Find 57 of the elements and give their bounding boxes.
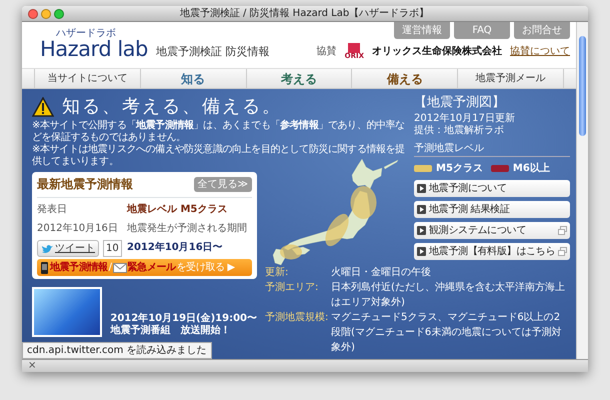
side-link[interactable]: 地震予測 結果検証 bbox=[414, 200, 570, 218]
tweet-button[interactable]: ツイート bbox=[37, 240, 99, 257]
phone-icon bbox=[40, 262, 49, 274]
close-button[interactable] bbox=[28, 8, 38, 18]
warning-icon bbox=[32, 96, 54, 116]
side-link[interactable]: 地震予測について bbox=[414, 180, 570, 196]
nav-tab[interactable]: 備える bbox=[351, 69, 458, 88]
update-date: 2012年10月17日更新 bbox=[414, 112, 516, 124]
sponsor-label: 協賛 bbox=[316, 44, 337, 59]
provider-text: 提供：地震解析ラボ bbox=[414, 124, 505, 136]
program-caption: 2012年10月19日(金)19:00〜 bbox=[110, 313, 257, 324]
program-caption: 地震予測番組 放送開始！ bbox=[110, 325, 232, 337]
status-text: cdn.api.twitter.com を読み込みました bbox=[22, 342, 212, 359]
nav-tab[interactable]: 考える bbox=[246, 69, 352, 88]
arrow-icon bbox=[417, 184, 426, 192]
side-link[interactable]: 地震予測【有料版】はこちら bbox=[414, 242, 570, 260]
info-value: 日本列島付近(ただし、沖縄県を含む太平洋南方海上はエリア対象外) bbox=[331, 280, 566, 310]
hero-title: 知る、考える、備える。 bbox=[62, 95, 282, 119]
level-text: 地震レベル M5クラス bbox=[127, 202, 228, 217]
orix-logo-icon bbox=[348, 43, 360, 53]
arrow-icon bbox=[417, 226, 426, 234]
disclaimer-text: ※本サイトは地震リスクへの備えや防災意識の向上を目的として防災に関する情報を提供してまいります。 bbox=[32, 144, 406, 168]
nav-tab[interactable]: 地震予測メール bbox=[457, 69, 564, 88]
window-title: 地震予測検証 / 防災情報 Hazard Lab【ハザードラボ】 bbox=[178, 6, 430, 21]
sponsor-name: オリックス生命保険株式会社 bbox=[372, 44, 502, 59]
scrollbar[interactable] bbox=[576, 22, 588, 359]
info-label: 更新: bbox=[265, 266, 290, 280]
arrow-icon bbox=[417, 246, 426, 256]
period-label: 地震発生が予測される期間 bbox=[127, 222, 247, 236]
date-label: 発表日 bbox=[37, 202, 68, 217]
info-label: 予測エリア: bbox=[265, 280, 320, 295]
envelope-icon bbox=[112, 262, 127, 272]
logo-kana: ハザードラボ bbox=[56, 29, 117, 39]
legend-label: M5クラス bbox=[436, 162, 483, 176]
minimize-button[interactable] bbox=[41, 8, 51, 18]
side-link[interactable]: 観測システムについて bbox=[414, 222, 570, 238]
card-title: 最新地震予測情報 bbox=[37, 176, 133, 193]
arrow-icon bbox=[417, 204, 426, 214]
tagline: 地震予測検証 防災情報 bbox=[156, 44, 270, 60]
info-value: 火曜日・金曜日の午後 bbox=[331, 266, 432, 280]
close-status-button[interactable]: × bbox=[22, 359, 588, 372]
info-value: マグニチュード5クラス、マグニチュード6以上の2段階(マグニチュード6未満の地震については予測対象外) bbox=[331, 310, 562, 355]
period-text: 2012年10月16日〜 bbox=[127, 240, 224, 255]
tweet-count: 10 bbox=[103, 240, 122, 257]
sponsor-link[interactable]: 協賛について bbox=[510, 44, 570, 59]
nav-tab[interactable]: 当サイトについて bbox=[34, 69, 140, 88]
map-title: 【地震予測図】 bbox=[414, 94, 506, 112]
video-thumbnail-placeholder[interactable] bbox=[32, 287, 102, 337]
logo-text[interactable]: Hazard lab bbox=[40, 39, 148, 60]
info-label: 予測地震規模: bbox=[265, 310, 330, 325]
legend-label: M6以上 bbox=[512, 162, 550, 176]
date-text: 2012年10月16日 bbox=[37, 222, 119, 236]
legend-title: 予測地震レベル bbox=[414, 140, 570, 156]
disclaimer-text: ※本サイトで公開する「地震予測情報」は、あくまでも「参考情報」であり、的中率などを保証するものではありません。 bbox=[32, 120, 406, 144]
nav-tab[interactable]: 知る bbox=[140, 69, 246, 88]
bird-icon bbox=[41, 244, 53, 254]
zoom-button[interactable] bbox=[54, 8, 64, 18]
